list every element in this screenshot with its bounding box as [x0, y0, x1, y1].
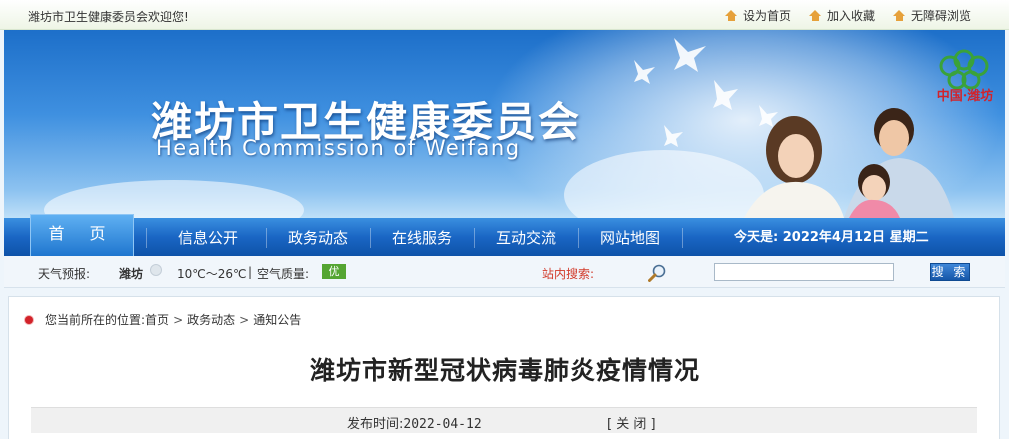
welcome-text: 潍坊市卫生健康委员会欢迎您! — [28, 10, 189, 24]
current-date: 今天是: 2022年4月12日 星期二 — [734, 230, 929, 245]
weather-separator: | — [248, 265, 253, 279]
home-icon — [808, 10, 822, 21]
weather-temperature: 10℃～26℃ — [177, 267, 247, 281]
home-icon — [892, 10, 906, 21]
weather-search-bar: 天气预报: 潍坊 10℃～26℃ | 空气质量: 优 站内搜索: 搜 索 — [4, 256, 1005, 288]
close-button[interactable]: [ 关 闭 ] — [607, 413, 656, 432]
weather-label: 天气预报: — [38, 267, 91, 281]
accessibility-label: 无障碍浏览 — [910, 9, 971, 23]
publish-date: 2022-04-12 — [403, 417, 482, 432]
breadcrumb-separator: > — [173, 312, 184, 327]
air-quality-label: 空气质量: — [257, 267, 310, 281]
search-input[interactable] — [714, 263, 894, 281]
site-search-label: 站内搜索: — [542, 267, 595, 281]
breadcrumb-home-link[interactable]: 首页 — [145, 311, 169, 328]
add-favorite-link[interactable]: 加入收藏 — [808, 7, 875, 24]
search-button[interactable]: 搜 索 — [930, 263, 970, 281]
breadcrumb-prefix: 您当前所在的位置: — [45, 313, 146, 327]
nav-item-online-services[interactable]: 在线服务 — [370, 218, 474, 256]
weifang-logo — [939, 49, 989, 90]
nav-item-interaction[interactable]: 互动交流 — [474, 218, 578, 256]
logo-text: 中国·潍坊 — [936, 89, 994, 104]
publish-label: 发布时间: — [347, 417, 404, 432]
breadcrumb-notices-link[interactable]: 通知公告 — [253, 311, 301, 328]
article-meta-bar: 发布时间:2022-04-12 [ 关 闭 ] — [31, 407, 977, 433]
nav-item-government-news[interactable]: 政务动态 — [266, 218, 370, 256]
set-homepage-label: 设为首页 — [742, 9, 791, 23]
article-title: 潍坊市新型冠状病毒肺炎疫情情况 — [309, 356, 700, 385]
set-homepage-link[interactable]: 设为首页 — [724, 7, 791, 24]
weather-city: 潍坊 — [119, 267, 144, 281]
top-links: 设为首页 加入收藏 无障碍浏览 — [724, 7, 971, 24]
cloud-shape — [44, 180, 304, 218]
nav-divider — [146, 228, 147, 248]
nav-item-sitemap[interactable]: 网站地图 — [578, 218, 682, 256]
breadcrumb-government-news-link[interactable]: 政务动态 — [187, 311, 235, 328]
breadcrumb-separator: > — [239, 312, 250, 327]
accessibility-link[interactable]: 无障碍浏览 — [892, 7, 971, 24]
publish-info: 发布时间:2022-04-12 — [347, 413, 482, 432]
content-panel: 您当前所在的位置: 首页 > 政务动态 > 通知公告 潍坊市新型冠状病毒肺炎疫情… — [8, 296, 1000, 439]
home-icon — [724, 10, 738, 21]
air-quality-badge: 优 — [322, 264, 346, 279]
weather-icon — [150, 264, 162, 276]
header-banner: 潍坊市卫生健康委员会 Health Commission of Weifang … — [4, 30, 1005, 218]
nav-item-info-disclosure[interactable]: 信息公开 — [156, 218, 260, 256]
nav-divider — [682, 228, 683, 248]
location-dot-icon — [25, 315, 33, 324]
breadcrumb: 您当前所在的位置: 首页 > 政务动态 > 通知公告 — [25, 311, 301, 328]
search-icon[interactable] — [648, 264, 666, 282]
top-bar: 潍坊市卫生健康委员会欢迎您! 设为首页 加入收藏 无障碍浏览 — [0, 0, 1009, 30]
site-subtitle: Health Commission of Weifang — [156, 136, 521, 160]
main-nav: 首 页 信息公开 政务动态 在线服务 互动交流 网站地图 今天是: 2022年4… — [4, 214, 1005, 256]
nav-item-home[interactable]: 首 页 — [30, 214, 134, 256]
add-favorite-label: 加入收藏 — [826, 9, 875, 23]
